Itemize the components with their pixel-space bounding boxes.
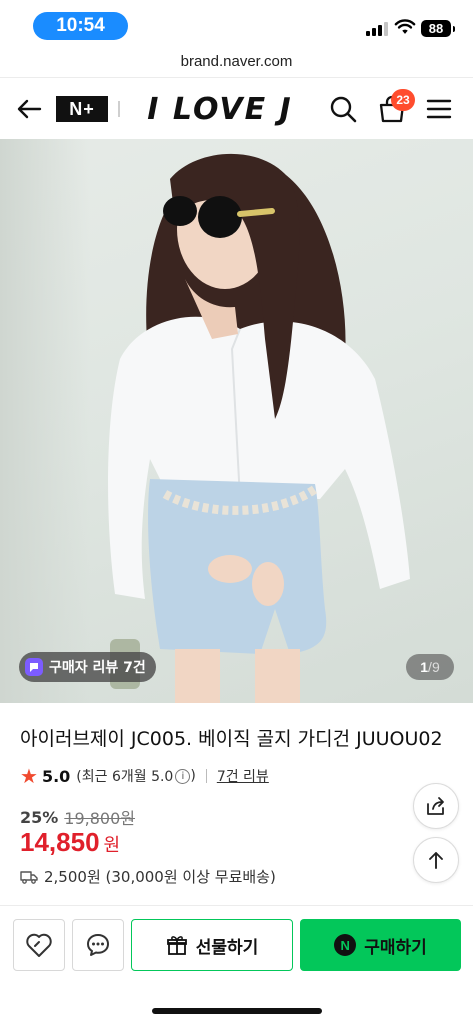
menu-icon[interactable]	[425, 95, 453, 123]
buy-button[interactable]: N 구매하기	[300, 919, 461, 971]
original-price: 19,800원	[64, 809, 136, 828]
browser-url[interactable]: brand.naver.com	[0, 46, 473, 78]
like-button[interactable]	[13, 919, 65, 971]
talk-button[interactable]	[72, 919, 124, 971]
brand-logo[interactable]: I LOVE J	[140, 89, 300, 129]
status-bar: 10:54 88	[0, 0, 473, 46]
info-icon[interactable]: i	[175, 768, 191, 784]
scroll-top-button[interactable]	[413, 837, 459, 883]
like-icon	[26, 933, 52, 957]
share-button[interactable]	[413, 783, 459, 829]
review-chip-label: 구매자 리뷰 7건	[49, 660, 146, 676]
current-image-number: 1	[420, 659, 429, 675]
review-count-link[interactable]: 7건 리뷰	[217, 766, 269, 786]
image-page-indicator: 1 / 9	[406, 654, 454, 680]
buy-button-label: 구매하기	[364, 937, 427, 958]
gift-button[interactable]: 선물하기	[131, 919, 293, 971]
wifi-icon	[394, 19, 416, 34]
share-icon	[427, 797, 444, 815]
rating-detail: (최근 6개월 5.0	[76, 769, 174, 785]
rating-divider	[205, 769, 207, 783]
discount-row: 25% 19,800원	[20, 805, 135, 829]
review-icon	[25, 658, 43, 676]
total-image-count: 9	[431, 659, 440, 675]
rating-detail-close: )	[190, 768, 196, 784]
product-image[interactable]	[0, 139, 473, 703]
product-photo-illustration	[108, 153, 411, 703]
battery-indicator: 88	[421, 20, 455, 37]
naver-plus-logo[interactable]: N+	[56, 96, 108, 122]
cart-count-badge: 23	[391, 89, 415, 111]
sale-price: 14,850 원	[20, 827, 120, 858]
currency-unit: 원	[103, 835, 121, 856]
buyer-review-chip[interactable]: 구매자 리뷰 7건	[19, 652, 156, 682]
rating-row: ★ 5.0 (최근 6개월 5.0 i ) 7건 리뷰	[20, 764, 269, 788]
scroll-top-icon	[429, 852, 443, 869]
naver-pay-icon: N	[334, 934, 357, 956]
rating-score: 5.0	[41, 766, 71, 786]
truck-icon	[20, 870, 38, 884]
gift-icon	[166, 936, 187, 955]
cellular-signal-icon	[366, 22, 388, 36]
home-indicator	[152, 1008, 322, 1014]
bottom-action-bar: 선물하기 N 구매하기	[0, 905, 473, 1024]
discount-rate: 25%	[20, 807, 59, 827]
star-icon: ★	[20, 764, 38, 788]
gift-button-label: 선물하기	[195, 937, 259, 958]
shipping-info: 2,500원 (30,000원 이상 무료배송)	[20, 866, 276, 887]
status-time: 10:54	[33, 12, 128, 40]
talk-icon	[87, 934, 109, 956]
back-arrow-icon[interactable]	[14, 94, 44, 124]
sale-price-value: 14,850	[20, 827, 100, 857]
product-title: 아이러브제이 JC005. 베이직 골지 가디건 JUUOU02	[20, 728, 443, 750]
search-icon[interactable]	[328, 94, 358, 124]
header-divider	[118, 101, 120, 117]
shipping-fee: 2,500원 (30,000원 이상 무료배송)	[44, 868, 276, 886]
store-header: N+ I LOVE J 23	[0, 79, 473, 139]
